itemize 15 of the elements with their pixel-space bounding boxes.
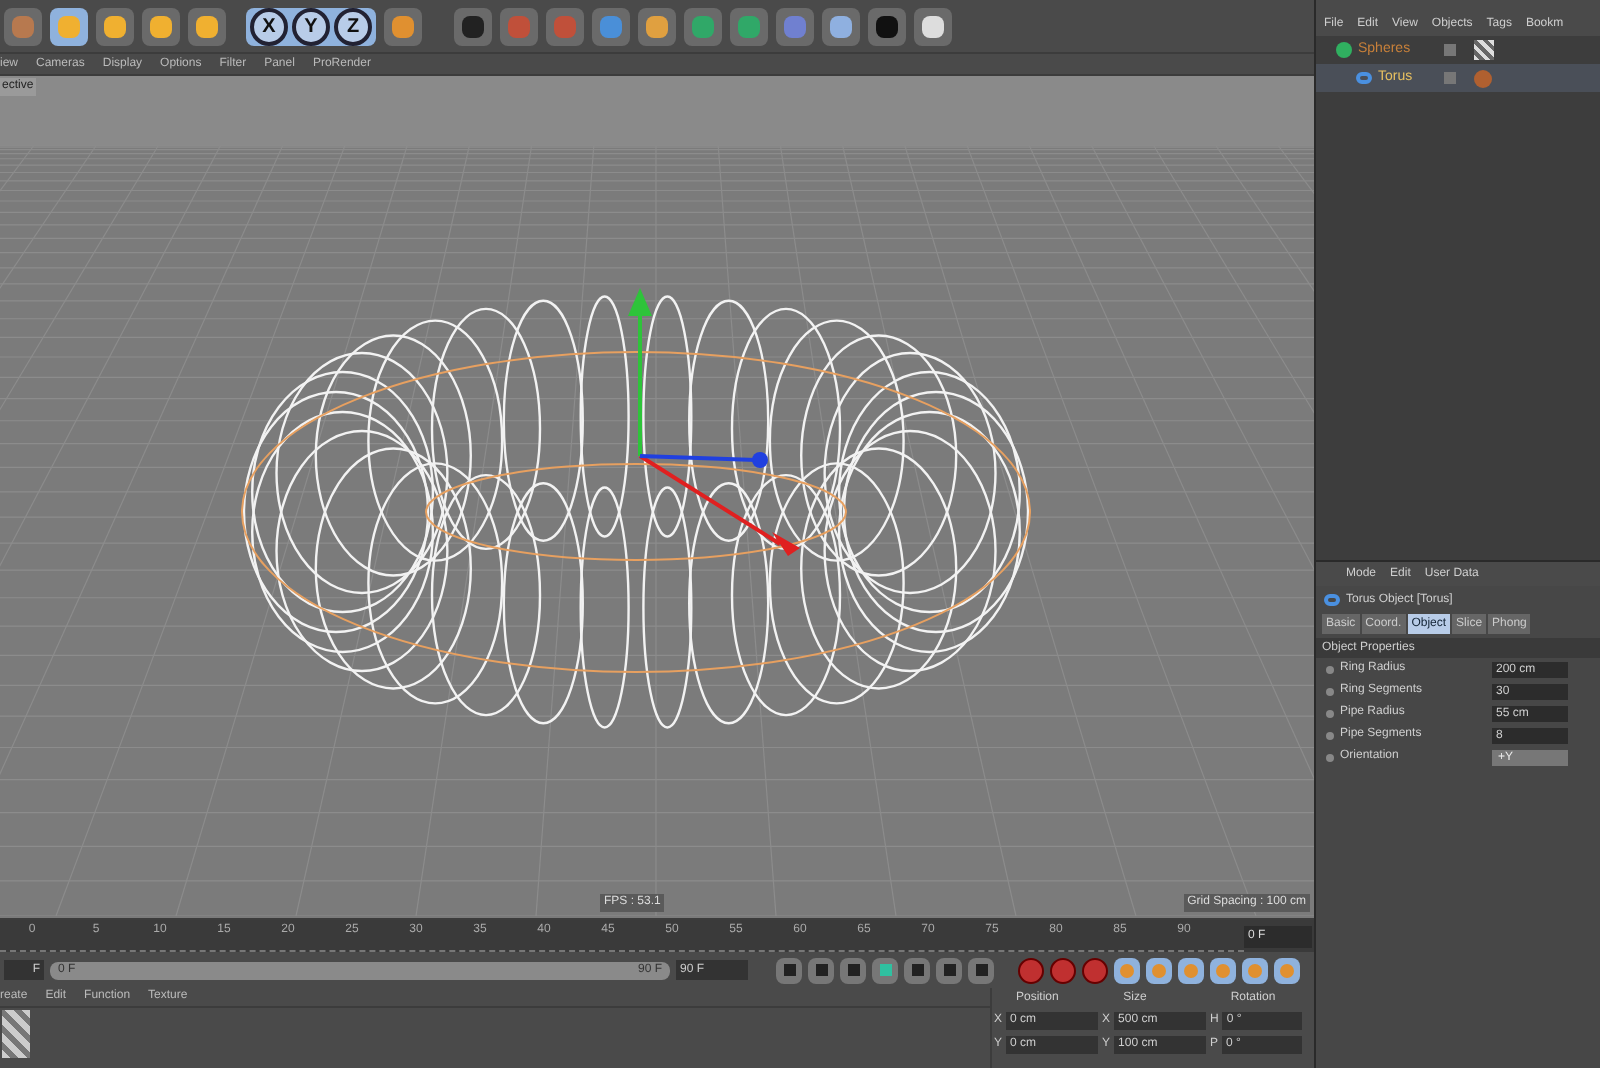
play-icon[interactable] — [872, 957, 898, 983]
move-icon[interactable] — [50, 7, 88, 45]
record-icon[interactable] — [1050, 957, 1076, 983]
checkmark-icon[interactable] — [1444, 44, 1456, 56]
record-icon[interactable] — [1018, 957, 1044, 983]
axis-toggle-button[interactable]: Y — [292, 7, 330, 45]
torus-icon — [1324, 594, 1340, 606]
checkmark-icon[interactable] — [1444, 72, 1456, 84]
striped-tag-icon — [1474, 40, 1494, 60]
torus-icon — [1356, 72, 1372, 84]
axis-toggle-button[interactable]: Z — [334, 7, 372, 45]
material-tag-icon — [1474, 69, 1492, 87]
material-thumbnail[interactable] — [2, 1010, 30, 1058]
axis-toggle-button[interactable]: X — [250, 7, 288, 45]
record-icon[interactable] — [1082, 957, 1108, 983]
